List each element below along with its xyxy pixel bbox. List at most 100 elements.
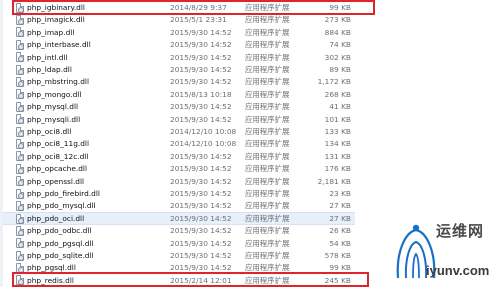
watermark-brand-en: iyunv.com [426,263,490,278]
file-size: 133 KB [324,126,351,136]
file-row[interactable]: php_pdo_pgsql.dll 2015/9/30 14:52 应用程序扩展… [3,237,355,250]
file-size: 99 KB [329,263,351,273]
file-row[interactable]: php_oci8_11g.dll 2014/12/10 10:08 应用程序扩展… [3,137,355,150]
watermark-brand-cn: 运维网 [436,222,485,240]
file-name: php_pdo_oci.dll [27,213,85,223]
file-date: 2015/9/30 14:52 [170,151,232,161]
file-type: 应用程序扩展 [245,164,290,174]
file-type: 应用程序扩展 [245,151,290,161]
file-size: 101 KB [324,114,351,124]
file-date: 2015/9/30 14:52 [170,263,232,273]
file-size: 26 KB [329,226,351,236]
file-name: php_pdo_sqlite.dll [27,250,94,260]
file-row[interactable]: php_redis.dll 2015/2/14 12:01 应用程序扩展 245… [3,274,355,287]
file-date: 2014/12/10 10:08 [170,139,237,149]
file-row[interactable]: php_igbinary.dll 2014/8/29 9:37 应用程序扩展 9… [3,1,355,14]
file-type: 应用程序扩展 [245,188,290,198]
file-row[interactable]: php_imap.dll 2015/9/30 14:52 应用程序扩展 884 … [3,26,355,39]
dll-file-icon [16,275,24,286]
file-type: 应用程序扩展 [245,40,290,50]
file-name: php_imap.dll [27,27,75,37]
file-date: 2015/9/30 14:52 [170,27,232,37]
file-date: 2014/8/29 9:37 [170,2,227,12]
file-row[interactable]: php_mysqli.dll 2015/9/30 14:52 应用程序扩展 10… [3,113,355,126]
file-type: 应用程序扩展 [245,27,290,37]
file-row[interactable]: php_intl.dll 2015/9/30 14:52 应用程序扩展 302 … [3,51,355,64]
file-size: 134 KB [324,139,351,149]
file-type: 应用程序扩展 [245,77,290,87]
file-size: 2,181 KB [317,176,351,186]
file-size: 302 KB [324,52,351,62]
dll-file-icon [16,200,24,211]
dll-file-icon [16,238,24,249]
file-size: 74 KB [329,40,351,50]
file-name: php_ldap.dll [27,64,72,74]
file-date: 2015/5/1 23:31 [170,15,227,25]
file-date: 2015/9/30 14:52 [170,250,232,260]
file-row[interactable]: php_pdo_sqlite.dll 2015/9/30 14:52 应用程序扩… [3,249,355,262]
file-size: 1,172 KB [317,77,351,87]
file-name: php_oci8_12c.dll [27,151,89,161]
file-row-selected[interactable]: php_pdo_oci.dll 2015/9/30 14:52 应用程序扩展 2… [3,211,355,225]
file-name: php_mongo.dll [27,89,82,99]
file-row[interactable]: php_oci8.dll 2014/12/10 10:08 应用程序扩展 133… [3,125,355,138]
file-size: 99 KB [329,2,351,12]
dll-file-icon [16,151,24,162]
file-type: 应用程序扩展 [245,64,290,74]
file-type: 应用程序扩展 [245,2,290,12]
file-name: php_igbinary.dll [27,2,85,12]
dll-file-icon [16,138,24,149]
file-row[interactable]: php_ldap.dll 2015/9/30 14:52 应用程序扩展 89 K… [3,63,355,76]
file-size: 176 KB [324,164,351,174]
file-type: 应用程序扩展 [245,226,290,236]
file-name: php_pdo_odbc.dll [27,226,92,236]
file-type: 应用程序扩展 [245,139,290,149]
file-row[interactable]: php_mysql.dll 2015/9/30 14:52 应用程序扩展 41 … [3,100,355,113]
file-date: 2015/9/30 14:52 [170,77,232,87]
file-row[interactable]: php_interbase.dll 2015/9/30 14:52 应用程序扩展… [3,38,355,51]
dll-file-icon [16,101,24,112]
file-name: php_interbase.dll [27,40,91,50]
file-date: 2015/9/30 14:52 [170,52,232,62]
file-date: 2015/9/30 14:52 [170,164,232,174]
dll-file-icon [16,114,24,125]
dll-file-icon [16,27,24,38]
file-type: 应用程序扩展 [245,213,290,223]
file-type: 应用程序扩展 [245,263,290,273]
file-date: 2015/9/30 14:52 [170,201,232,211]
file-name: php_redis.dll [27,275,74,285]
file-type: 应用程序扩展 [245,176,290,186]
file-size: 268 KB [324,89,351,99]
file-row[interactable]: php_pgsql.dll 2015/9/30 14:52 应用程序扩展 99 … [3,261,355,274]
dll-file-icon [16,176,24,187]
file-row[interactable]: php_imagick.dll 2015/5/1 23:31 应用程序扩展 27… [3,13,355,26]
file-name: php_imagick.dll [27,15,85,25]
file-type: 应用程序扩展 [245,89,290,99]
file-row[interactable]: php_pdo_mysql.dll 2015/9/30 14:52 应用程序扩展… [3,199,355,212]
file-type: 应用程序扩展 [245,114,290,124]
file-name: php_oci8.dll [27,126,72,136]
file-row[interactable]: php_opcache.dll 2015/9/30 14:52 应用程序扩展 1… [3,162,355,175]
file-row[interactable]: php_mongo.dll 2015/8/13 10:18 应用程序扩展 268… [3,88,355,101]
dll-file-icon [16,262,24,273]
watermark: 运维网 iyunv.com [392,216,500,287]
file-type: 应用程序扩展 [245,52,290,62]
dll-file-icon [16,89,24,100]
file-name: php_intl.dll [27,52,68,62]
dll-file-icon [16,214,24,225]
file-type: 应用程序扩展 [245,102,290,112]
file-size: 578 KB [324,250,351,260]
file-size: 884 KB [324,27,351,37]
file-type: 应用程序扩展 [245,126,290,136]
file-type: 应用程序扩展 [245,15,290,25]
file-name: php_mysqli.dll [27,114,81,124]
file-size: 131 KB [324,151,351,161]
file-row[interactable]: php_oci8_12c.dll 2015/9/30 14:52 应用程序扩展 … [3,150,355,163]
file-row[interactable]: php_pdo_firebird.dll 2015/9/30 14:52 应用程… [3,187,355,200]
file-row[interactable]: php_openssl.dll 2015/9/30 14:52 应用程序扩展 2… [3,175,355,188]
file-type: 应用程序扩展 [245,275,290,285]
dll-file-icon [16,188,24,199]
file-row[interactable]: php_pdo_odbc.dll 2015/9/30 14:52 应用程序扩展 … [3,224,355,237]
file-name: php_pdo_mysql.dll [27,201,96,211]
file-row[interactable]: php_mbstring.dll 2015/9/30 14:52 应用程序扩展 … [3,75,355,88]
